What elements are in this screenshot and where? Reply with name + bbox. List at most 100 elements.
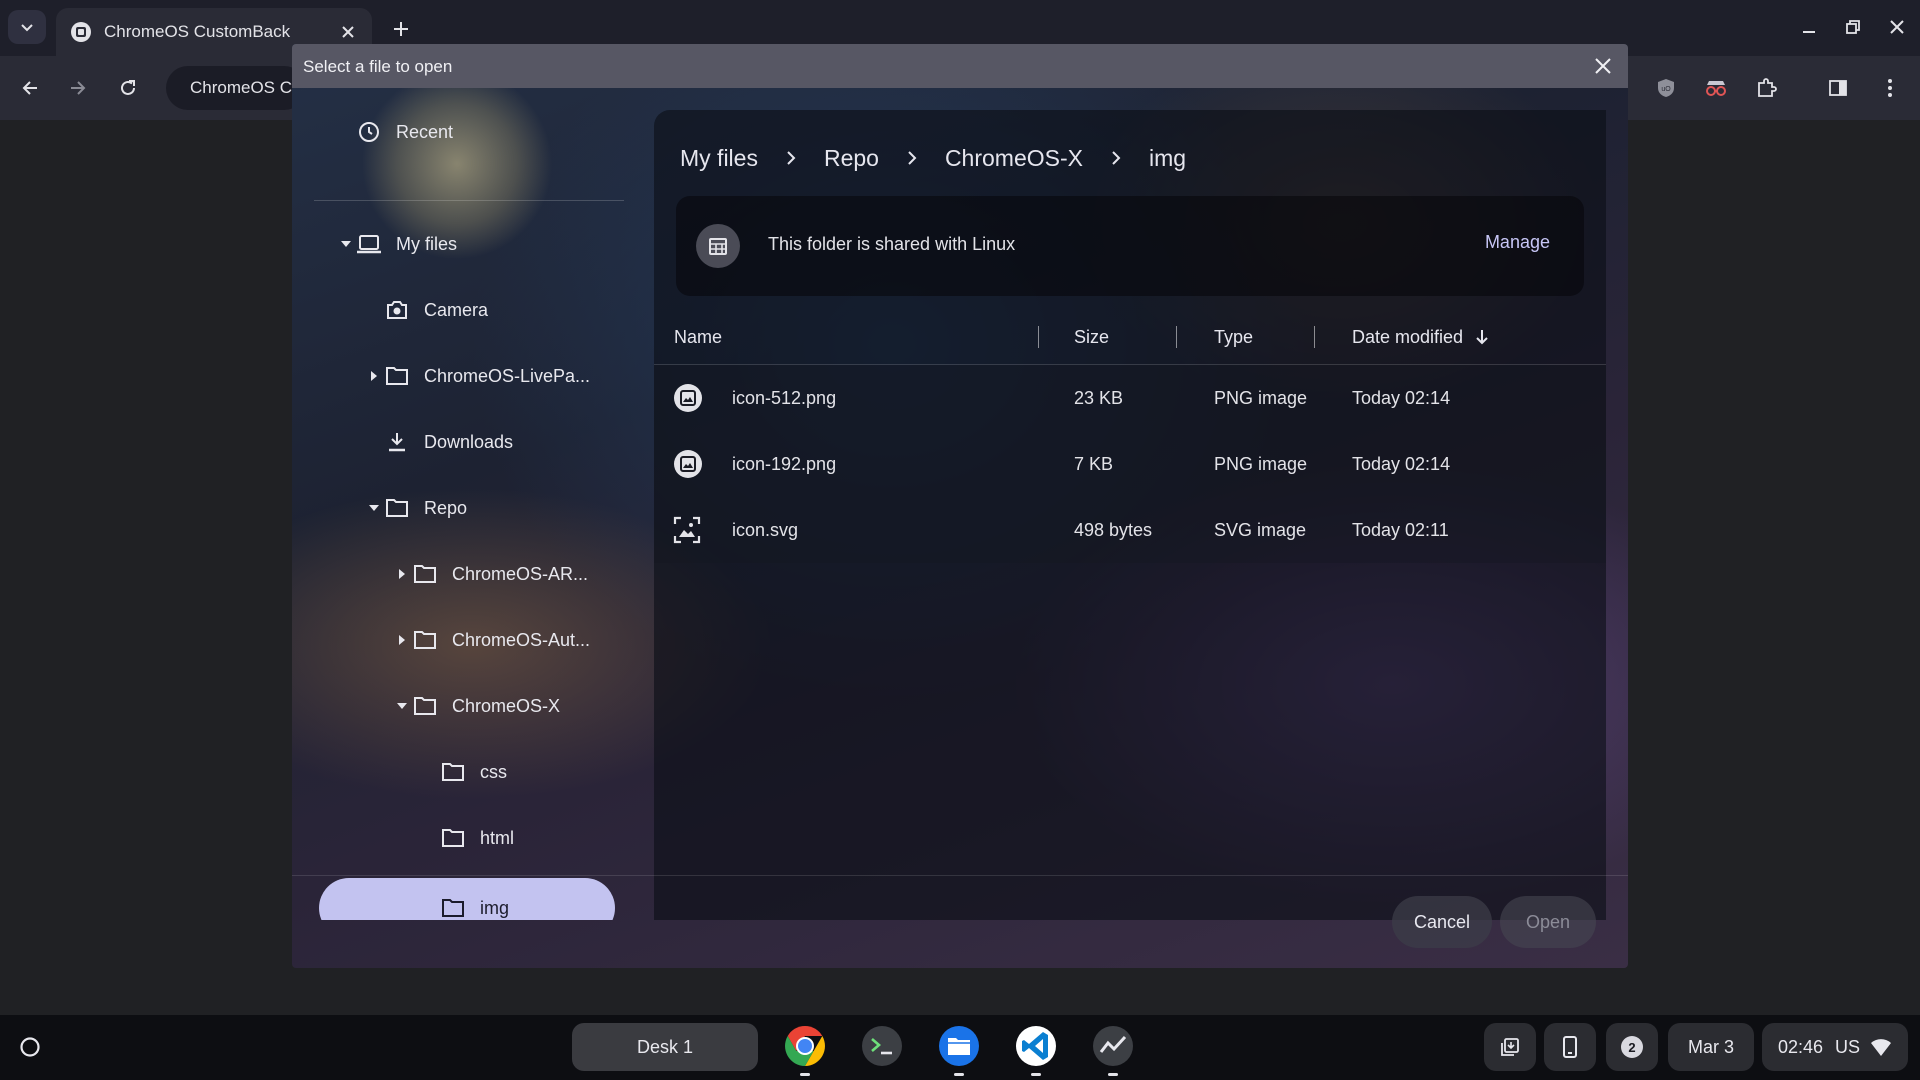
notification-badge-icon: 2 xyxy=(1621,1036,1643,1058)
terminal-app[interactable] xyxy=(858,1022,906,1070)
file-type: PNG image xyxy=(1214,387,1308,408)
extensions-button[interactable] xyxy=(1748,70,1784,106)
clock-icon xyxy=(356,119,382,145)
expand-arrow-icon[interactable] xyxy=(336,234,356,254)
restore-icon xyxy=(1846,20,1860,34)
sidebar-item-recent[interactable]: Recent xyxy=(356,112,453,152)
sidebar-item-repo[interactable]: Repo xyxy=(364,478,467,538)
vscode-icon xyxy=(1016,1026,1056,1066)
shield-icon: uO xyxy=(1658,79,1674,97)
cancel-button[interactable]: Cancel xyxy=(1392,896,1492,948)
sidebar-item-label: Repo xyxy=(424,497,468,518)
column-divider[interactable] xyxy=(1176,326,1177,348)
sidebar-item-livepaper[interactable]: ChromeOS-LivePa... xyxy=(364,346,590,406)
breadcrumb-item[interactable]: My files xyxy=(680,145,758,172)
launcher-circle-icon xyxy=(20,1037,40,1057)
phone-icon xyxy=(1563,1036,1577,1058)
sidebar-item-label: ChromeOS-AR... xyxy=(452,563,589,584)
chrome-app[interactable] xyxy=(781,1022,829,1076)
expand-arrow-icon[interactable] xyxy=(392,564,412,584)
sidebar-item-camera[interactable]: Camera xyxy=(384,280,488,340)
sidebar-item-label: ChromeOS-LivePa... xyxy=(424,365,591,386)
table-row[interactable]: icon-192.png 7 KB PNG image Today 02:14 xyxy=(654,431,1606,497)
address-bar[interactable]: ChromeOS CustomBack xyxy=(166,66,306,110)
table-row[interactable]: icon.svg 498 bytes SVG image Today 02:11 xyxy=(654,497,1606,563)
date-tray[interactable]: Mar 3 xyxy=(1668,1023,1754,1071)
column-divider[interactable] xyxy=(1038,326,1039,348)
forward-button[interactable] xyxy=(60,70,96,106)
dialog-title: Select a file to open xyxy=(303,57,453,76)
sidebar-item-downloads[interactable]: Downloads xyxy=(384,412,513,472)
column-type[interactable]: Type xyxy=(1214,310,1253,364)
tote-button[interactable] xyxy=(1484,1023,1536,1071)
close-icon xyxy=(1595,58,1611,74)
breadcrumb-item[interactable]: Repo xyxy=(824,145,879,172)
close-window-button[interactable] xyxy=(1880,12,1914,42)
phone-hub-button[interactable] xyxy=(1544,1023,1596,1071)
table-row[interactable]: icon-512.png 23 KB PNG image Today 02:14 xyxy=(654,365,1606,431)
column-name[interactable]: Name xyxy=(674,310,722,364)
system-tray[interactable]: 02:46 US xyxy=(1762,1023,1908,1071)
sidebar-item-chromeos-x[interactable]: ChromeOS-X xyxy=(392,676,560,736)
expand-arrow-icon[interactable] xyxy=(364,366,384,386)
close-icon xyxy=(1890,20,1904,34)
reload-button[interactable] xyxy=(110,70,146,106)
minimize-button[interactable] xyxy=(1792,12,1826,42)
desk-button[interactable]: Desk 1 xyxy=(572,1023,758,1071)
system-monitor-app[interactable] xyxy=(1089,1022,1137,1076)
sidebar-item-css[interactable]: css xyxy=(440,742,507,802)
terminal-icon xyxy=(862,1026,902,1066)
file-date: Today 02:14 xyxy=(1352,387,1451,408)
png-file-icon xyxy=(672,365,704,431)
folder-icon xyxy=(412,627,438,653)
launcher-button[interactable] xyxy=(12,1029,48,1065)
banner-text: This folder is shared with Linux xyxy=(768,234,1016,254)
sidebar-item-html[interactable]: html xyxy=(440,808,514,868)
clock-time: 02:46 xyxy=(1778,1036,1824,1057)
breadcrumb: My files Repo ChromeOS-X img xyxy=(680,138,1186,178)
dialog-titlebar: Select a file to open xyxy=(292,44,1628,88)
tab-close-icon[interactable] xyxy=(334,18,362,46)
sidebar-item-label: Downloads xyxy=(424,431,514,452)
ublock-extension-button[interactable]: uO xyxy=(1648,70,1684,106)
column-date-label: Date modified xyxy=(1352,326,1464,347)
activity-graph-icon xyxy=(1093,1026,1133,1066)
chevron-right-icon xyxy=(782,149,800,167)
manage-link[interactable]: Manage xyxy=(1485,232,1550,253)
file-size: 498 bytes xyxy=(1074,519,1153,540)
back-button[interactable] xyxy=(12,70,48,106)
column-size[interactable]: Size xyxy=(1074,310,1109,364)
side-panel-button[interactable] xyxy=(1820,70,1856,106)
column-divider[interactable] xyxy=(1314,326,1315,348)
files-icon xyxy=(939,1026,979,1066)
browser-menu-button[interactable] xyxy=(1872,70,1908,106)
notification-counter[interactable]: 2 xyxy=(1606,1023,1658,1071)
collapse-arrow-icon[interactable] xyxy=(392,696,412,716)
sidebar-item-chromeos-ar[interactable]: ChromeOS-AR... xyxy=(392,544,588,604)
svg-text:2: 2 xyxy=(1628,1040,1635,1055)
tab-search-button[interactable] xyxy=(8,10,46,44)
file-table-header: Name Size Type Date modified xyxy=(654,310,1606,365)
new-tab-button[interactable] xyxy=(386,14,416,44)
breadcrumb-item[interactable]: ChromeOS-X xyxy=(945,145,1083,172)
vscode-app[interactable] xyxy=(1012,1022,1060,1076)
sidebar-item-img[interactable]: img xyxy=(440,878,509,920)
linux-share-icon xyxy=(696,224,740,268)
sidebar-item-my-files[interactable]: My files xyxy=(336,214,457,274)
file-size: 23 KB xyxy=(1074,387,1124,408)
incognito-extension-button[interactable] xyxy=(1698,70,1734,106)
expand-arrow-icon[interactable] xyxy=(392,630,412,650)
files-app[interactable] xyxy=(935,1022,983,1076)
sidebar-divider xyxy=(314,200,624,201)
dialog-close-button[interactable] xyxy=(1588,51,1618,81)
chevron-down-icon xyxy=(21,24,33,32)
sidebar-item-label: Camera xyxy=(424,299,489,320)
open-button[interactable]: Open xyxy=(1500,896,1596,948)
restore-button[interactable] xyxy=(1836,12,1870,42)
chrome-icon xyxy=(785,1026,825,1066)
sidebar-item-chromeos-aut[interactable]: ChromeOS-Aut... xyxy=(392,610,590,670)
svg-text:uO: uO xyxy=(1661,86,1671,93)
collapse-arrow-icon[interactable] xyxy=(364,498,384,518)
column-date-modified[interactable]: Date modified xyxy=(1352,310,1491,364)
tote-icon xyxy=(1501,1038,1519,1056)
